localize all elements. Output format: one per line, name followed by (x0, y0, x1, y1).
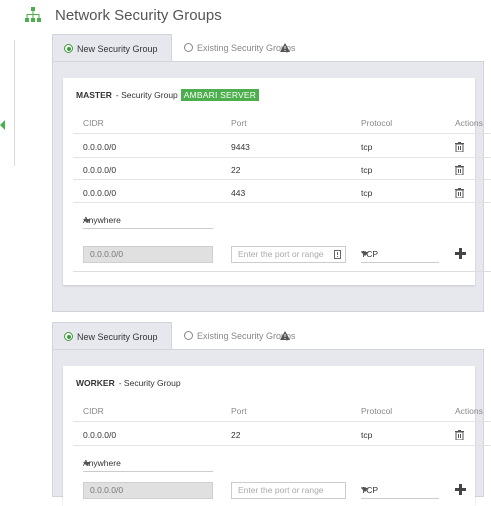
security-group-card: WORKER - Security Group CIDR Port Protoc… (63, 366, 491, 506)
page-header: Network Security Groups (24, 5, 222, 25)
card-bottom-divider (73, 271, 491, 272)
row-divider (73, 157, 491, 158)
row-divider (73, 202, 491, 203)
radio-selected-icon[interactable] (64, 332, 73, 341)
rule-cidr: 0.0.0.0/0 (83, 165, 117, 175)
row-divider (73, 179, 491, 180)
chevron-down-icon (83, 462, 91, 466)
port-input[interactable]: Enter the port or range (231, 482, 346, 499)
radio-unselected-icon[interactable] (184, 43, 193, 52)
tab-existing-security-groups[interactable]: Existing Security Groups (176, 34, 326, 61)
protocol-select[interactable]: TCP (361, 482, 439, 499)
ambari-server-badge: AMBARI SERVER (180, 89, 260, 101)
row-divider (73, 445, 491, 446)
header-divider (73, 133, 491, 134)
group-name: MASTER (76, 90, 112, 100)
group-suffix: - Security Group (118, 378, 181, 388)
security-group-section-master: New Security Group Existing Security Gro… (52, 34, 491, 312)
header-divider (73, 421, 491, 422)
security-group-panel: MASTER - Security Group AMBARI SERVER CI… (52, 61, 491, 312)
warning-icon (279, 43, 290, 52)
add-rule-icon[interactable] (455, 484, 466, 495)
card-title: MASTER - Security Group AMBARI SERVER (76, 88, 260, 102)
port-input-placeholder: Enter the port or range (238, 249, 324, 259)
cidr-input-value: 0.0.0.0/0 (90, 485, 124, 495)
rule-cidr: 0.0.0.0/0 (83, 142, 117, 152)
group-type-tabs: New Security Group Existing Security Gro… (52, 34, 484, 62)
column-header-port: Port (231, 406, 247, 416)
group-name: WORKER (76, 378, 115, 388)
rule-port: 443 (231, 188, 246, 198)
source-select[interactable]: Anywhere (83, 456, 213, 472)
column-header-actions: Actions (455, 118, 483, 128)
port-range-icon (334, 250, 341, 259)
chevron-down-icon (361, 488, 369, 492)
chevron-down-icon (361, 252, 369, 256)
card-title: WORKER - Security Group (76, 376, 181, 390)
security-group-section-worker: New Security Group Existing Security Gro… (52, 322, 491, 506)
group-suffix: - Security Group (115, 90, 178, 100)
cidr-input[interactable]: 0.0.0.0/0 (83, 482, 213, 499)
left-caret-icon (0, 120, 5, 130)
group-type-tabs: New Security Group Existing Security Gro… (52, 322, 484, 350)
radio-selected-icon[interactable] (64, 44, 73, 53)
rule-cidr: 0.0.0.0/0 (83, 188, 117, 198)
column-header-cidr: CIDR (83, 118, 104, 128)
security-group-panel: WORKER - Security Group CIDR Port Protoc… (52, 349, 491, 506)
delete-rule-icon[interactable] (455, 142, 464, 152)
port-input-placeholder: Enter the port or range (238, 485, 324, 495)
protocol-select[interactable]: TCP (361, 246, 439, 263)
rule-port: 9443 (231, 142, 250, 152)
column-header-actions: Actions (455, 406, 483, 416)
column-header-protocol: Protocol (361, 406, 393, 416)
delete-rule-icon[interactable] (455, 165, 464, 175)
chevron-down-icon (83, 219, 91, 223)
column-header-cidr: CIDR (83, 406, 104, 416)
column-header-protocol: Protocol (361, 118, 393, 128)
tab-label: New Security Group (77, 331, 158, 342)
source-select[interactable]: Anywhere (83, 213, 213, 229)
rule-cidr: 0.0.0.0/0 (83, 430, 117, 440)
page-title: Network Security Groups (55, 6, 222, 24)
cidr-input[interactable]: 0.0.0.0/0 (83, 246, 213, 263)
column-header-port: Port (231, 118, 247, 128)
radio-unselected-icon[interactable] (184, 331, 193, 340)
network-icon (25, 7, 41, 22)
left-divider (14, 40, 15, 166)
cidr-input-value: 0.0.0.0/0 (90, 249, 124, 259)
security-group-card: MASTER - Security Group AMBARI SERVER CI… (63, 78, 491, 285)
rule-protocol: tcp (361, 142, 373, 152)
rule-protocol: tcp (361, 430, 373, 440)
tab-existing-security-groups[interactable]: Existing Security Groups (176, 322, 326, 349)
tab-label: New Security Group (77, 43, 158, 54)
delete-rule-icon[interactable] (455, 430, 464, 440)
delete-rule-icon[interactable] (455, 188, 464, 198)
tab-new-security-group[interactable]: New Security Group (52, 322, 172, 350)
tab-new-security-group[interactable]: New Security Group (52, 34, 172, 62)
add-rule-icon[interactable] (455, 248, 466, 259)
rule-protocol: tcp (361, 188, 373, 198)
rule-port: 22 (231, 430, 241, 440)
rule-port: 22 (231, 165, 241, 175)
port-input[interactable]: Enter the port or range (231, 246, 346, 263)
warning-icon (279, 331, 290, 340)
rule-protocol: tcp (361, 165, 373, 175)
